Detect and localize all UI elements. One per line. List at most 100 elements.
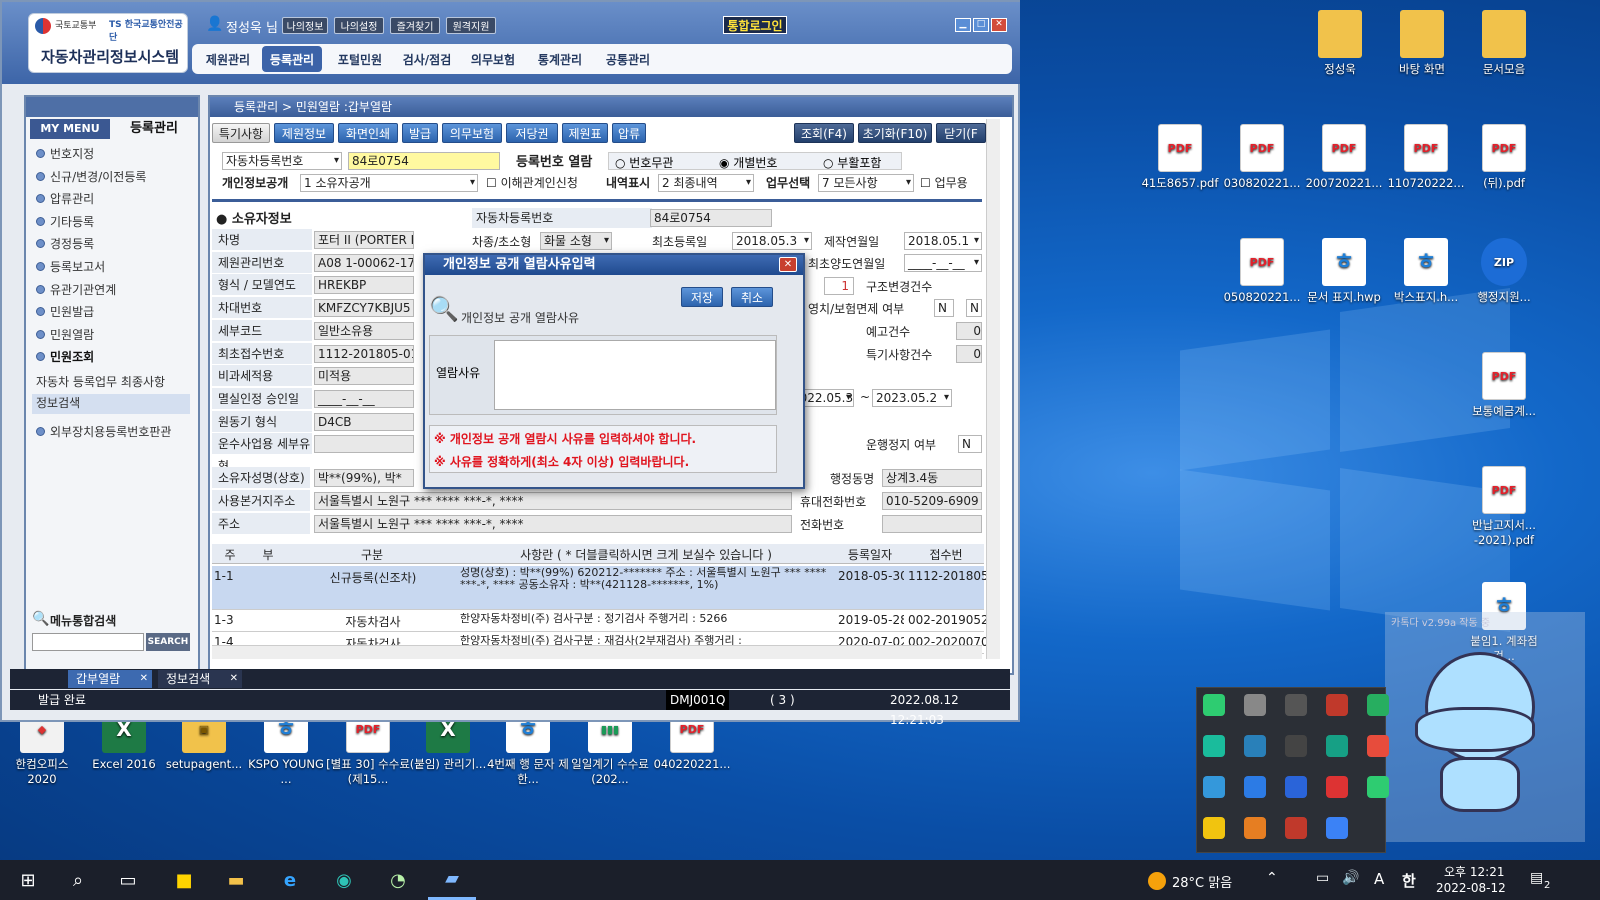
left-menu-item[interactable]: 기타등록 xyxy=(36,213,94,230)
kind-value[interactable]: 화물 소형 xyxy=(540,232,612,250)
toolbar-right-button[interactable]: 초기화(F10) xyxy=(858,123,932,143)
desktop-icon[interactable]: ZIP 행정지원... xyxy=(1462,238,1546,305)
transfer-value[interactable]: ____-__-__ xyxy=(904,254,982,272)
tray-app-icon[interactable] xyxy=(1367,694,1389,716)
grid-header-cell[interactable]: 등록일자 xyxy=(836,546,904,563)
tray-app-icon[interactable] xyxy=(1203,776,1225,798)
file-explorer-icon[interactable]: ▬ xyxy=(212,860,260,900)
close-button[interactable]: ✕ xyxy=(991,18,1007,32)
tray-app-icon[interactable] xyxy=(1244,694,1266,716)
integrated-login-button[interactable]: 통합로그인 xyxy=(723,16,787,34)
reg-radio[interactable]: ○ 번호무관 xyxy=(615,154,673,171)
table-row[interactable]: 1-1 신규등록(신조차) 성명(상호) : 박**(99%) 620212-***… xyxy=(212,566,986,610)
made-value[interactable]: 2018.05.1 xyxy=(904,232,982,250)
grid-header-cell[interactable]: 부 xyxy=(250,546,286,563)
tray-app-icon[interactable] xyxy=(1285,817,1307,839)
toolbar-right-button[interactable]: 닫기(F xyxy=(936,123,986,143)
search-icon[interactable]: ⌕ xyxy=(54,860,102,900)
system-logo[interactable]: 국토교통부 TS 한국교통안전공단 자동차관리정보시스템 xyxy=(28,13,188,73)
desktop-icon[interactable]: PDF 반납고지서... -2021).pdf xyxy=(1462,466,1546,548)
tray-app-icon[interactable] xyxy=(1285,776,1307,798)
desktop-icon[interactable]: PDF 보통예금계... xyxy=(1462,352,1546,419)
tray-app-icon[interactable] xyxy=(1203,694,1225,716)
left-menu-item[interactable]: 번호지정 xyxy=(36,145,94,162)
minimize-button[interactable]: ▁ xyxy=(955,18,971,32)
tray-app-icon[interactable] xyxy=(1203,817,1225,839)
menu-tab[interactable]: 제원관리 xyxy=(198,46,258,72)
window-tab[interactable]: 정보검색 ✕ xyxy=(158,670,242,688)
window-tab[interactable]: 갑부열람 ✕ xyxy=(68,670,152,688)
tray-app-icon[interactable] xyxy=(1285,735,1307,757)
desktop-icon[interactable]: PDF (뒤).pdf xyxy=(1462,124,1546,191)
tray-app-icon[interactable] xyxy=(1203,735,1225,757)
desktop-icon[interactable]: PDF 41도8657.pdf xyxy=(1138,124,1222,191)
toolbar-button[interactable]: 제원정보 xyxy=(274,123,334,143)
period-to[interactable]: 2023.05.2 xyxy=(872,389,952,407)
tray-app-icon[interactable] xyxy=(1326,694,1348,716)
section-tab[interactable]: 등록관리 xyxy=(114,119,194,139)
start-icon[interactable]: ⊞ xyxy=(4,860,52,900)
notification-icon[interactable]: ▤ xyxy=(1530,870,1543,886)
menu-tab[interactable]: 공통관리 xyxy=(596,46,660,72)
task-select[interactable]: 7 모든사항 xyxy=(818,174,914,192)
desktop-icon[interactable]: 문서모음 xyxy=(1462,10,1546,77)
top-button[interactable]: 나의정보 xyxy=(282,17,328,34)
ie-icon[interactable]: e xyxy=(266,860,314,900)
privacy-select[interactable]: 1 소유자공개 xyxy=(300,174,478,192)
toolbar-button[interactable]: 압류 xyxy=(612,123,646,143)
toolbar-button[interactable]: 발급 xyxy=(402,123,438,143)
tray-app-icon[interactable] xyxy=(1326,817,1348,839)
grid-header-cell[interactable]: 접수번 xyxy=(906,546,986,563)
left-menu-item[interactable]: 민원조회 xyxy=(36,348,94,365)
tray-app-icon[interactable] xyxy=(1244,776,1266,798)
reason-textarea[interactable] xyxy=(494,340,776,410)
sticky-notes-icon[interactable]: ■ xyxy=(160,860,208,900)
toolbar-button[interactable]: 화면인쇄 xyxy=(338,123,398,143)
menu-search-button[interactable]: SEARCH xyxy=(146,633,190,651)
top-button[interactable]: 나의설정 xyxy=(334,17,384,34)
menu-tab[interactable]: 검사/점검 xyxy=(396,46,458,72)
menu-tab[interactable]: 등록관리 xyxy=(262,46,322,72)
horizontal-scrollbar[interactable] xyxy=(212,645,982,659)
desktop-icon[interactable]: 바탕 화면 xyxy=(1380,10,1464,77)
reg-radio[interactable]: ○ 부활포함 xyxy=(823,154,881,171)
left-menu-item[interactable]: 압류관리 xyxy=(36,190,94,207)
tray-app-icon[interactable] xyxy=(1367,776,1389,798)
clock-time[interactable]: 오후 12:21 xyxy=(1444,863,1504,880)
tray-app-icon[interactable] xyxy=(1326,776,1348,798)
edge-icon[interactable]: ◉ xyxy=(320,860,368,900)
menu-tab[interactable]: 의무보험 xyxy=(462,46,524,72)
first-reg-value[interactable]: 2018.05.3 xyxy=(732,232,812,250)
dialog-save-button[interactable]: 저장 xyxy=(681,287,723,307)
work-checkbox[interactable]: ☐ 업무용 xyxy=(920,174,968,191)
table-row[interactable]: 1-3 자동차검사 한양자동차정비(주) 검사구분 : 정기검사 주행거리 : 52… xyxy=(212,610,986,632)
ime-mode[interactable]: A xyxy=(1374,870,1384,888)
toolbar-button[interactable]: 특기사항 xyxy=(212,123,270,143)
close-icon[interactable]: ✕ xyxy=(230,670,238,688)
maximize-button[interactable]: □ xyxy=(973,18,989,32)
remote-app-icon[interactable]: ▰ xyxy=(428,860,476,900)
left-submenu-item[interactable]: 정보검색 xyxy=(32,394,190,414)
vertical-scrollbar[interactable] xyxy=(986,119,1000,659)
desktop-icon[interactable]: ㅎ 문서 표지.hwp xyxy=(1302,238,1386,305)
task-view-icon[interactable]: ▭ xyxy=(104,860,152,900)
plate-type-select[interactable]: 자동차등록번호 xyxy=(222,152,342,170)
toolbar-button[interactable]: 제원표 xyxy=(562,123,608,143)
left-menu-item[interactable]: 민원열람 xyxy=(36,326,94,343)
desktop-icon[interactable]: 정성욱 xyxy=(1298,10,1382,77)
ime-lang[interactable]: 한 xyxy=(1402,870,1416,891)
left-menu-item[interactable]: 민원발급 xyxy=(36,303,94,320)
weather-text[interactable]: 28°C 맑음 xyxy=(1172,872,1232,891)
clock-date[interactable]: 2022-08-12 xyxy=(1436,881,1506,895)
my-menu-tab[interactable]: MY MENU xyxy=(30,119,110,139)
desktop-icon[interactable]: PDF 200720221... xyxy=(1302,124,1386,191)
menu-search-input[interactable] xyxy=(32,633,144,651)
tray-app-icon[interactable] xyxy=(1244,735,1266,757)
desktop-icon[interactable]: ㅎ 박스표지.h... xyxy=(1384,238,1468,305)
left-menu-item[interactable]: 신규/변경/이전등록 xyxy=(36,168,146,185)
dialog-cancel-button[interactable]: 취소 xyxy=(731,287,773,307)
tray-app-icon[interactable] xyxy=(1367,735,1389,757)
network-icon[interactable]: ▭ xyxy=(1316,870,1329,886)
toolbar-button[interactable]: 저당권 xyxy=(506,123,558,143)
toolbar-right-button[interactable]: 조회(F4) xyxy=(794,123,854,143)
